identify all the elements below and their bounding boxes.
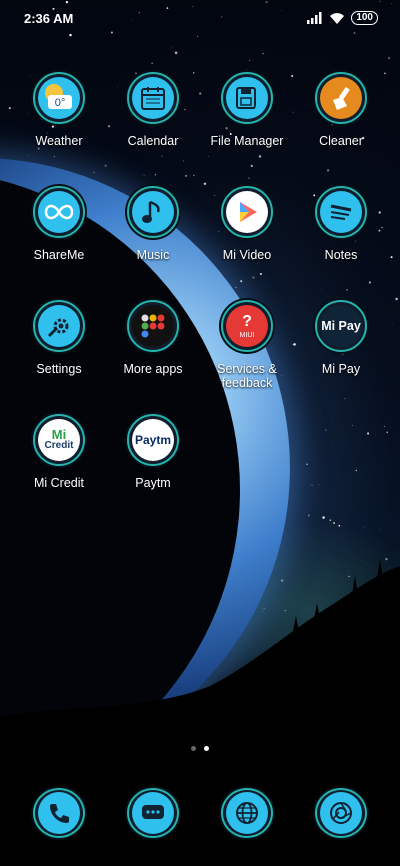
shareme-icon [44,204,74,220]
star [247,69,249,70]
star [390,256,393,259]
star [8,107,11,110]
app-label: Mi Credit [33,476,84,490]
star [151,62,153,65]
wifi-icon [330,13,345,24]
messages-icon [142,805,164,819]
app-calendar[interactable]: Calendar [106,72,200,166]
paytm-icon: Paytm [134,433,172,447]
app-file-manager[interactable]: File Manager [200,72,294,166]
star [197,35,199,37]
star [388,199,390,201]
cleaner-icon [333,87,350,110]
svg-text:?: ? [242,313,252,330]
star [379,528,381,530]
settings-icon [47,318,69,338]
app-label: Music [136,248,170,262]
page-dot-active[interactable] [204,746,209,751]
weather-icon: 0° [45,84,72,109]
dock-browser[interactable] [200,788,294,838]
star [387,56,391,60]
notes-icon [330,204,352,220]
star [174,51,178,55]
dock-camera[interactable] [294,788,388,838]
globe-icon [236,802,258,824]
app-label: Notes [324,248,358,262]
app-label: Mi Pay [321,362,361,376]
star [395,297,398,301]
star [248,59,251,62]
star [171,46,173,48]
star [307,514,310,517]
status-time: 2:36 AM [24,10,74,26]
app-music[interactable]: Music [106,186,200,280]
app-label: Mi Video [222,248,272,262]
play-icon [240,202,257,222]
app-label: ShareMe [33,248,85,262]
star [389,124,391,125]
mi-pay-icon: Mi Pay [321,319,361,333]
mi-credit-icon: Mi [51,427,67,442]
phone-icon [50,804,69,823]
app-mi-video[interactable]: Mi Video [200,186,294,280]
dock-messages[interactable] [106,788,200,838]
mi-credit-subtext: Credit [44,440,74,451]
dock-phone[interactable] [12,788,106,838]
music-note-icon [142,200,160,223]
app-label: More apps [123,362,183,376]
calendar-icon [141,87,165,110]
app-label: Services & feedback [217,362,277,390]
miui-badge: MIUI [240,332,255,339]
app-label: Calendar [127,134,179,148]
star [262,52,264,55]
app-weather[interactable]: 0° Weather [12,72,106,166]
app-settings[interactable]: Settings [12,300,106,394]
weather-temp: 0° [55,97,66,109]
app-label: File Manager [210,134,284,148]
star [322,516,325,519]
app-paytm[interactable]: Paytm Paytm [106,414,200,508]
app-grid: 0° Weather Calendar File Manager Cleaner… [12,72,388,508]
dock [12,788,388,838]
services-feedback-icon: ? MIUI [240,313,255,339]
app-services-feedback[interactable]: ? MIUI Services & feedback [200,300,294,394]
app-label: Paytm [135,476,171,490]
app-more-apps[interactable]: More apps [106,300,200,394]
app-mi-credit[interactable]: Mi Credit Mi Credit [12,414,106,508]
battery-indicator: 100 [351,11,378,25]
status-bar: 2:36 AM 100 [0,0,400,36]
app-label: Cleaner [319,134,363,148]
folder-icon [141,314,165,338]
app-label: Weather [35,134,83,148]
signal-icon [307,12,322,24]
app-cleaner[interactable]: Cleaner [294,72,388,166]
file-manager-icon [236,87,256,109]
page-indicator [0,746,400,751]
page-dot[interactable] [191,746,196,751]
app-mi-pay[interactable]: Mi Pay Mi Pay [294,300,388,394]
camera-icon [330,802,352,824]
app-shareme[interactable]: ShareMe [12,186,106,280]
app-label: Settings [36,362,82,376]
app-notes[interactable]: Notes [294,186,388,280]
